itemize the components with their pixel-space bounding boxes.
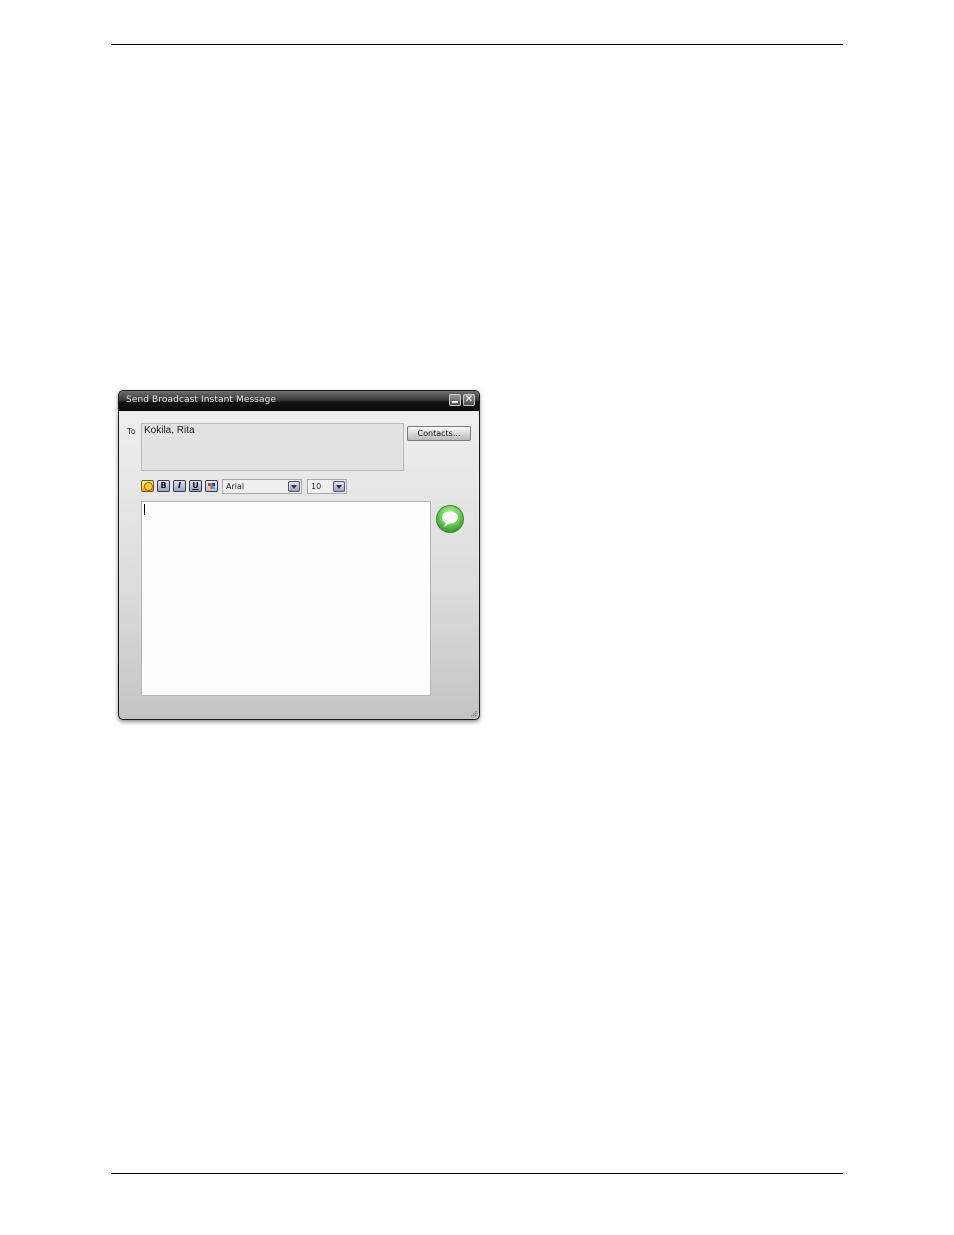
message-input[interactable]: [141, 501, 431, 696]
font-family-value: Arial: [226, 482, 245, 491]
underline-button[interactable]: U: [189, 480, 202, 492]
chevron-down-icon[interactable]: [288, 481, 300, 492]
text-caret: [144, 504, 145, 515]
close-icon[interactable]: ✕: [463, 394, 475, 406]
to-label: To: [127, 427, 136, 436]
send-speech-bubble-icon: [436, 505, 464, 533]
italic-button[interactable]: I: [173, 480, 186, 492]
emoticon-icon[interactable]: [141, 480, 154, 492]
resize-grip-icon[interactable]: [469, 709, 477, 717]
font-size-select[interactable]: 10: [307, 479, 347, 494]
broadcast-message-window: Send Broadcast Instant Message ✕ To Koki…: [118, 390, 480, 720]
font-size-value: 10: [311, 482, 322, 491]
minimize-icon[interactable]: [449, 394, 461, 406]
window-title: Send Broadcast Instant Message: [126, 395, 277, 405]
recipients-field[interactable]: Kokila, Rita: [141, 423, 404, 471]
font-family-select[interactable]: Arial: [222, 479, 302, 494]
contacts-button[interactable]: Contacts...: [407, 426, 471, 441]
bold-button[interactable]: B: [157, 480, 170, 492]
page-top-rule: [111, 44, 843, 45]
text-color-icon[interactable]: [205, 480, 218, 492]
chevron-down-icon[interactable]: [333, 481, 345, 492]
send-button[interactable]: [435, 505, 465, 533]
page-bottom-rule: [111, 1173, 843, 1174]
recipients-value: Kokila, Rita: [144, 425, 195, 436]
window-titlebar[interactable]: Send Broadcast Instant Message ✕: [119, 391, 479, 411]
